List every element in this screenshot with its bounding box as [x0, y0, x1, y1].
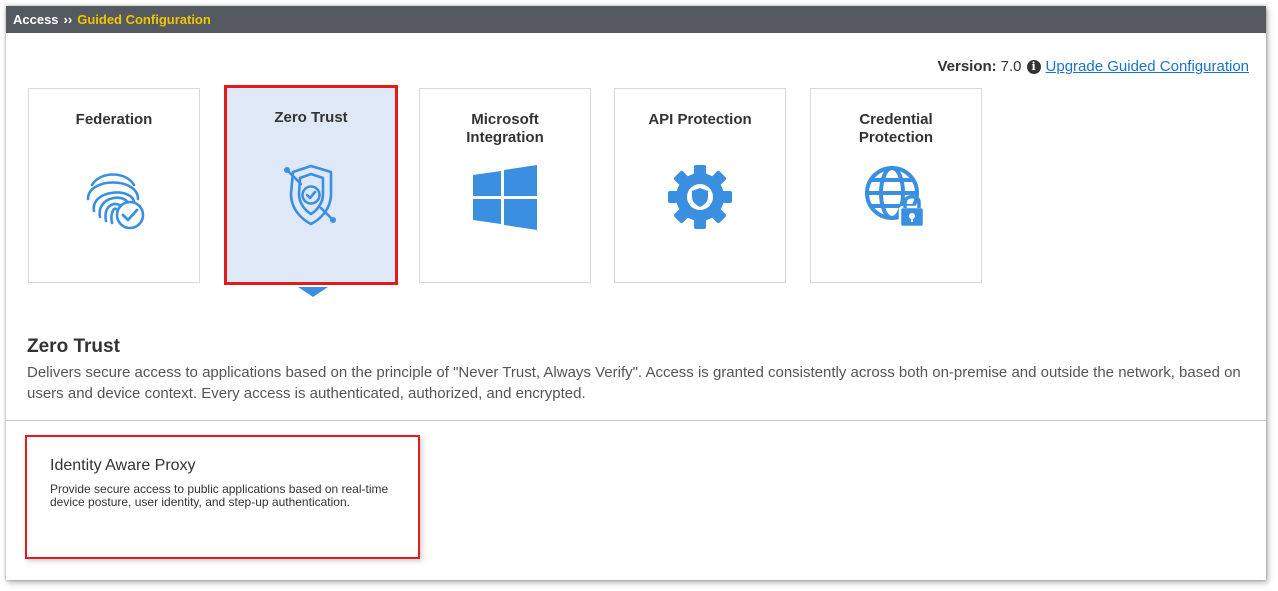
- shield-check-icon: [284, 164, 336, 226]
- tile-microsoft-integration[interactable]: Microsoft Integration: [419, 88, 591, 283]
- gear-shield-icon: [668, 165, 732, 229]
- tile-title: Federation: [75, 111, 153, 128]
- version-info: Version: 7.0 i Upgrade Guided Configurat…: [937, 58, 1249, 75]
- version-value: 7.0: [1000, 58, 1022, 75]
- upgrade-guided-configuration-link[interactable]: Upgrade Guided Configuration: [1046, 58, 1249, 75]
- tile-federation[interactable]: Federation: [28, 88, 200, 283]
- option-description: Provide secure access to public applicat…: [50, 482, 389, 509]
- tile-title: Credential Protection: [858, 111, 934, 146]
- tile-zero-trust[interactable]: Zero Trust: [224, 85, 398, 285]
- version-label: Version:: [937, 58, 997, 75]
- section-title: Zero Trust: [27, 336, 120, 357]
- option-title: Identity Aware Proxy: [50, 457, 196, 474]
- divider: [6, 420, 1266, 421]
- breadcrumb: Access ›› Guided Configuration: [6, 6, 1266, 33]
- info-circle-icon: i: [1026, 59, 1041, 74]
- fingerprint-check-icon: [86, 173, 145, 230]
- tile-api-protection[interactable]: API Protection: [614, 88, 786, 283]
- section-description: Delivers secure access to applications b…: [27, 364, 1241, 402]
- windows-logo-icon: [473, 165, 537, 230]
- option-identity-aware-proxy[interactable]: Identity Aware Proxy Provide secure acce…: [25, 435, 420, 559]
- breadcrumb-access[interactable]: Access: [13, 12, 59, 27]
- selected-tile-pointer: [298, 287, 328, 297]
- breadcrumb-separator: ››: [63, 12, 73, 27]
- tile-title: Microsoft Integration: [466, 111, 544, 146]
- tile-title: Zero Trust: [274, 109, 348, 126]
- globe-lock-icon: [865, 166, 926, 229]
- tile-title: API Protection: [648, 111, 752, 128]
- tile-credential-protection[interactable]: Credential Protection: [810, 88, 982, 283]
- breadcrumb-guided-configuration: Guided Configuration: [77, 12, 211, 27]
- guided-configuration-panel: Access ›› Guided Configuration Version: …: [6, 6, 1266, 580]
